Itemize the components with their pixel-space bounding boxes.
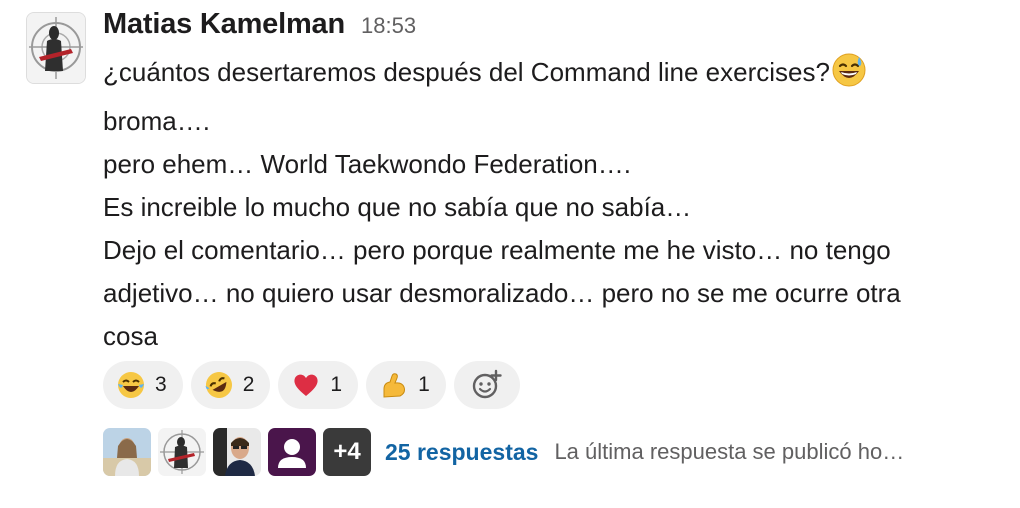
message-line: broma…. <box>103 106 210 136</box>
message-line: Dejo el comentario… pero porque realment… <box>103 235 891 265</box>
reaction-count: 2 <box>242 373 255 396</box>
message-line: adjetivo… no quiero usar desmoralizado… … <box>103 278 901 308</box>
reaction-red-heart[interactable]: 1 <box>278 361 359 409</box>
reaction-count: 3 <box>155 373 167 396</box>
reaction-tears-of-joy[interactable]: 3 <box>103 361 183 409</box>
participant-avatar[interactable] <box>158 428 206 476</box>
thread-participants: +4 <box>103 428 371 476</box>
author-avatar[interactable] <box>26 12 86 84</box>
flexed-biceps-emoji <box>380 371 408 399</box>
timestamp[interactable]: 18:53 <box>361 13 416 39</box>
reaction-count: 1 <box>330 373 343 396</box>
thread-summary[interactable]: +4 25 respuestas La última respuesta se … <box>103 428 904 476</box>
reactions-bar: 3 2 1 1 <box>103 361 520 409</box>
add-reaction-button[interactable] <box>453 361 520 409</box>
reaction-flexed-biceps[interactable]: 1 <box>366 361 446 409</box>
message-line: cosa <box>103 321 158 351</box>
more-participants[interactable]: +4 <box>323 428 371 476</box>
add-reaction-icon <box>471 369 503 401</box>
message-body: ¿cuántos desertaremos después del Comman… <box>103 51 1008 358</box>
message: Matias Kamelman 18:53 ¿cuántos desertare… <box>0 0 1020 508</box>
participant-avatar[interactable] <box>268 428 316 476</box>
replies-link[interactable]: 25 respuestas <box>385 439 538 466</box>
more-participants-count: +4 <box>333 438 361 465</box>
participant-avatar[interactable] <box>213 428 261 476</box>
participant-avatar[interactable] <box>103 428 151 476</box>
tears-of-joy-emoji <box>117 371 145 399</box>
message-line: pero ehem… World Taekwondo Federation…. <box>103 149 631 179</box>
message-line: ¿cuántos desertaremos después del Comman… <box>103 51 1008 100</box>
reaction-rofl[interactable]: 2 <box>190 361 271 409</box>
message-line: Es increible lo mucho que no sabía que n… <box>103 192 692 222</box>
reaction-count: 1 <box>418 373 430 396</box>
message-header: Matias Kamelman 18:53 <box>103 8 416 41</box>
red-heart-emoji <box>292 371 320 399</box>
sweat-smile-emoji <box>832 53 866 100</box>
rofl-emoji <box>205 371 233 399</box>
author-name[interactable]: Matias Kamelman <box>103 8 345 41</box>
last-reply-info: La última respuesta se publicó ho… <box>554 439 905 464</box>
